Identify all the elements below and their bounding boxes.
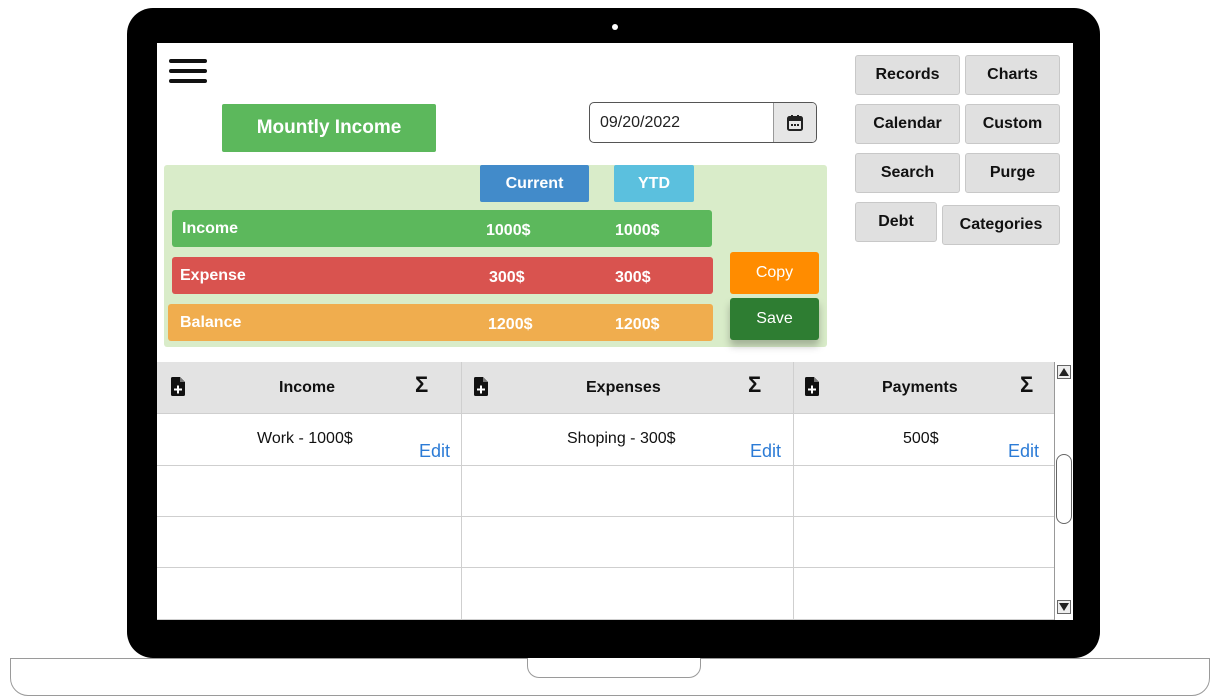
column-divider bbox=[793, 362, 794, 620]
hamburger-menu-icon[interactable] bbox=[169, 59, 207, 83]
income-summary-row: Income 1000$ 1000$ bbox=[172, 210, 712, 247]
grid-scrollbar[interactable] bbox=[1054, 362, 1073, 620]
income-current: 1000$ bbox=[486, 222, 531, 239]
expense-current: 300$ bbox=[489, 269, 525, 286]
calendar-button[interactable] bbox=[773, 103, 816, 142]
grid-header: Income Σ Expenses Σ Payments Σ bbox=[157, 362, 1054, 414]
purge-button[interactable]: Purge bbox=[965, 153, 1060, 193]
row-divider bbox=[157, 516, 1054, 517]
expense-entry: Shoping - 300$ bbox=[567, 430, 676, 447]
income-ytd: 1000$ bbox=[615, 222, 660, 239]
charts-button[interactable]: Charts bbox=[965, 55, 1060, 95]
expense-ytd: 300$ bbox=[615, 269, 651, 286]
income-entry: Work - 1000$ bbox=[257, 430, 353, 447]
save-button[interactable]: Save bbox=[730, 298, 819, 340]
scroll-thumb[interactable] bbox=[1056, 454, 1072, 524]
balance-label: Balance bbox=[180, 314, 242, 331]
income-edit-link[interactable]: Edit bbox=[419, 441, 450, 462]
balance-summary-row: Balance 1200$ 1200$ bbox=[168, 304, 713, 341]
records-grid: Income Σ Expenses Σ Payments Σ Work - 10… bbox=[157, 362, 1054, 620]
page-title: Mountly Income bbox=[222, 104, 436, 152]
scroll-down-arrow-icon[interactable] bbox=[1057, 600, 1071, 614]
categories-button[interactable]: Categories bbox=[942, 205, 1060, 245]
calendar-nav-button[interactable]: Calendar bbox=[855, 104, 960, 144]
calendar-icon bbox=[787, 114, 803, 131]
payments-sum-icon[interactable]: Σ bbox=[1020, 372, 1033, 398]
scroll-up-arrow-icon[interactable] bbox=[1057, 365, 1071, 379]
income-sum-icon[interactable]: Σ bbox=[415, 372, 428, 398]
date-input[interactable]: 09/20/2022 bbox=[589, 102, 817, 143]
app-screen: Mountly Income 09/20/2022 Records Charts… bbox=[157, 43, 1073, 620]
expense-edit-link[interactable]: Edit bbox=[750, 441, 781, 462]
payments-column-title: Payments bbox=[882, 379, 958, 396]
balance-current: 1200$ bbox=[488, 316, 533, 333]
payment-entry: 500$ bbox=[903, 430, 939, 447]
add-income-icon[interactable] bbox=[171, 377, 185, 401]
copy-button[interactable]: Copy bbox=[730, 252, 819, 294]
expense-label: Expense bbox=[180, 267, 246, 284]
debt-button[interactable]: Debt bbox=[855, 202, 937, 242]
add-payment-icon[interactable] bbox=[805, 377, 819, 401]
search-button[interactable]: Search bbox=[855, 153, 960, 193]
row-divider bbox=[157, 465, 1054, 466]
date-value: 09/20/2022 bbox=[600, 114, 681, 131]
income-header: Income Σ bbox=[157, 362, 461, 414]
expense-summary-row: Expense 300$ 300$ bbox=[172, 257, 713, 294]
payment-edit-link[interactable]: Edit bbox=[1008, 441, 1039, 462]
records-button[interactable]: Records bbox=[855, 55, 960, 95]
tab-ytd[interactable]: YTD bbox=[614, 165, 694, 202]
custom-button[interactable]: Custom bbox=[965, 104, 1060, 144]
balance-ytd: 1200$ bbox=[615, 316, 660, 333]
row-divider bbox=[157, 619, 1054, 620]
income-column-title: Income bbox=[279, 379, 336, 396]
camera-dot bbox=[612, 24, 618, 30]
row-divider bbox=[157, 567, 1054, 568]
expenses-sum-icon[interactable]: Σ bbox=[748, 372, 761, 398]
laptop-notch bbox=[527, 658, 701, 678]
column-divider bbox=[461, 362, 462, 620]
add-expense-icon[interactable] bbox=[474, 377, 488, 401]
payments-header: Payments Σ bbox=[794, 362, 1054, 414]
income-label: Income bbox=[182, 220, 239, 237]
expenses-header: Expenses Σ bbox=[462, 362, 793, 414]
tab-current[interactable]: Current bbox=[480, 165, 589, 202]
expenses-column-title: Expenses bbox=[586, 379, 661, 396]
